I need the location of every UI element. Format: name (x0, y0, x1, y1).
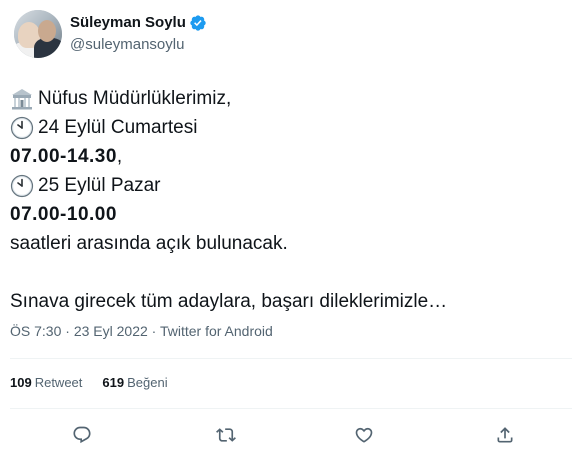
share-icon (497, 427, 513, 443)
meta-separator: · (61, 323, 74, 339)
reply-icon (73, 426, 91, 444)
retweets-label: Retweet (34, 375, 83, 390)
tweet-line-6: saatleri arasında açık bulunacak. (10, 229, 447, 258)
retweets-count: 109 (10, 375, 32, 390)
reply-button[interactable] (67, 420, 97, 450)
tweet-text: Nüfus Müdürlüklerimiz, 24 Eylül Cumartes… (10, 84, 447, 316)
verified-badge-icon (190, 15, 206, 31)
share-button[interactable] (490, 420, 520, 450)
likes-label: Beğeni (127, 375, 168, 390)
tweet-line-text: 25 Eylül Pazar (38, 175, 161, 196)
retweet-icon (216, 428, 236, 442)
government-building-icon (12, 88, 32, 109)
author-display-name[interactable]: Süleyman Soylu (70, 13, 186, 33)
tweet-line-2: 24 Eylül Cumartesi (10, 113, 447, 142)
tweet-line-text: 24 Eylül Cumartesi (38, 117, 198, 138)
tweet-line-text: saatleri arasında açık bulunacak. (10, 233, 288, 254)
retweet-button[interactable] (211, 420, 241, 450)
clock-icon (10, 116, 34, 139)
tweet-time[interactable]: ÖS 7:30 (10, 323, 61, 339)
tweet-actions (0, 420, 582, 450)
tweet-line-text: Nüfus Müdürlüklerimiz, (38, 88, 232, 109)
likes-count: 619 (102, 375, 125, 390)
tweet-line-1: Nüfus Müdürlüklerimiz, (10, 84, 447, 113)
tweet-card: Süleyman Soylu @suleymansoylu Nüfus Müdü… (0, 0, 582, 454)
divider (10, 408, 572, 409)
likes-stat[interactable]: 619 Beğeni (102, 374, 167, 392)
like-button[interactable] (349, 420, 379, 450)
like-icon (355, 427, 373, 443)
tweet-source[interactable]: Twitter for Android (160, 323, 273, 339)
meta-separator: · (147, 323, 160, 339)
tweet-line-3: 07.00-14.30, (10, 142, 447, 171)
tweet-line-8: Sınava girecek tüm adaylara, başarı dile… (10, 287, 447, 316)
retweets-stat[interactable]: 109 Retweet (10, 374, 82, 392)
tweet-line-4: 25 Eylül Pazar (10, 171, 447, 200)
avatar[interactable] (14, 10, 62, 58)
divider (10, 358, 572, 359)
tweet-line-text: 07.00-14.30 (10, 146, 117, 167)
tweet-line-text: 07.00-10.00 (10, 204, 117, 225)
tweet-header: Süleyman Soylu @suleymansoylu (14, 10, 207, 58)
tweet-line-suffix: , (116, 146, 123, 167)
tweet-line-text: Sınava girecek tüm adaylara, başarı dile… (10, 291, 448, 312)
tweet-date[interactable]: 23 Eyl 2022 (74, 323, 148, 339)
tweet-stats: 109 Retweet 619 Beğeni (10, 374, 188, 392)
author-info: Süleyman Soylu @suleymansoylu (70, 13, 207, 55)
tweet-line-5: 07.00-10.00 (10, 200, 447, 229)
tweet-meta: ÖS 7:30 · 23 Eyl 2022 · Twitter for Andr… (10, 321, 273, 341)
clock-icon (10, 174, 34, 197)
author-handle[interactable]: @suleymansoylu (70, 35, 207, 55)
